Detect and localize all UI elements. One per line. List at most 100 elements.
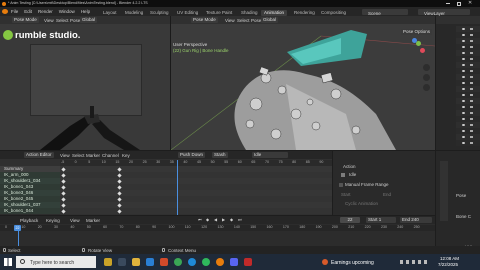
end-frame-field[interactable]: End 240	[400, 217, 432, 223]
outliner-item[interactable]	[456, 80, 480, 86]
visibility-eye-icon[interactable]	[462, 57, 465, 60]
prev-key-icon[interactable]: ◆	[206, 217, 209, 223]
discord-icon[interactable]	[230, 258, 238, 266]
render-camera-icon[interactable]	[470, 123, 473, 126]
gizmo-y-axis-icon[interactable]	[416, 41, 421, 46]
visibility-eye-icon[interactable]	[462, 87, 465, 90]
copilot-icon[interactable]	[104, 258, 112, 266]
spotify-icon[interactable]	[202, 258, 210, 266]
file-explorer-icon[interactable]	[132, 258, 140, 266]
visibility-eye-icon[interactable]	[462, 99, 465, 102]
render-camera-icon[interactable]	[470, 45, 473, 48]
timeline-ruler[interactable]: 0 10 20 30 40 50 60 70 80 90 100 110 120 130 140 150 160…	[0, 225, 435, 231]
transform-orientation[interactable]: Global	[80, 17, 98, 23]
ds-menu-marker[interactable]: Marker	[86, 153, 100, 158]
mail-icon[interactable]	[160, 258, 168, 266]
visibility-eye-icon[interactable]	[462, 117, 465, 120]
tl-menu-keying[interactable]: Keying	[46, 218, 60, 223]
tl-menu-playback[interactable]: Playback	[20, 218, 38, 223]
tl-menu-marker[interactable]: Marker	[86, 218, 100, 223]
clock-time[interactable]: 12:08 AM	[440, 256, 459, 261]
store-icon[interactable]	[146, 258, 154, 266]
visibility-eye-icon[interactable]	[462, 51, 465, 54]
windows-start-icon[interactable]	[4, 258, 12, 266]
menu-render[interactable]: Render	[35, 7, 56, 16]
outliner-item[interactable]	[456, 110, 480, 116]
manual-range-checkbox[interactable]	[339, 183, 343, 187]
app-icon[interactable]	[244, 258, 252, 266]
news-notification[interactable]: Earnings upcoming	[331, 260, 374, 266]
outliner-item[interactable]	[456, 26, 480, 32]
render-camera-icon[interactable]	[470, 111, 473, 114]
render-camera-icon[interactable]	[470, 99, 473, 102]
outliner-item[interactable]	[456, 116, 480, 122]
dopesheet[interactable]: Action Editor View Select Marker Channel…	[0, 151, 332, 215]
render-camera-icon[interactable]	[470, 51, 473, 54]
ds-menu-view[interactable]: View	[60, 153, 70, 158]
outliner-item[interactable]	[456, 38, 480, 44]
menu-edit[interactable]: Edit	[21, 7, 35, 16]
gizmo-z-axis-icon[interactable]	[412, 38, 417, 43]
action-field[interactable]: Idle	[349, 172, 356, 177]
render-camera-icon[interactable]	[470, 39, 473, 42]
render-camera-icon[interactable]	[470, 117, 473, 120]
blender-taskbar-icon[interactable]	[216, 258, 224, 266]
ds-menu-key[interactable]: Key	[122, 153, 130, 158]
task-view-icon[interactable]	[118, 258, 126, 266]
visibility-eye-icon[interactable]	[462, 141, 465, 144]
play-icon[interactable]: ▶	[222, 217, 225, 223]
next-key-icon[interactable]: ◆	[230, 217, 233, 223]
menu-window[interactable]: Window	[56, 7, 78, 16]
tl-menu-view[interactable]: View	[70, 218, 80, 223]
outliner-item[interactable]	[456, 32, 480, 38]
navigation-gizmo[interactable]	[403, 38, 427, 62]
scene-selector[interactable]: Scene	[362, 8, 408, 16]
outliner-item[interactable]	[456, 128, 480, 134]
outliner-item[interactable]	[456, 104, 480, 110]
mode-selector[interactable]: Pose Mode	[12, 17, 39, 23]
pan-icon[interactable]	[423, 74, 430, 81]
minimize-icon[interactable]	[446, 3, 450, 4]
timeline[interactable]: Playback Keying View Marker ⏮ ◆ ◀ ▶ ◆ ⏭ …	[0, 216, 435, 246]
start-frame-field[interactable]: Start 1	[366, 217, 396, 223]
jump-end-icon[interactable]: ⏭	[238, 217, 242, 223]
maximize-icon[interactable]	[457, 1, 461, 6]
main-viewport[interactable]: Pose Mode View Select Pose Global Pose O…	[171, 16, 435, 150]
jump-start-icon[interactable]: ⏮	[198, 217, 202, 223]
render-camera-icon[interactable]	[470, 81, 473, 84]
render-camera-icon[interactable]	[470, 69, 473, 72]
frame-start-field[interactable]: Start	[341, 192, 351, 197]
keyframe-area[interactable]	[60, 166, 332, 215]
outliner-item[interactable]	[456, 62, 480, 68]
visibility-eye-icon[interactable]	[462, 27, 465, 30]
visibility-eye-icon[interactable]	[462, 39, 465, 42]
menu-view[interactable]: View	[44, 18, 54, 23]
menu-help[interactable]: Help	[78, 7, 93, 16]
play-reverse-icon[interactable]: ◀	[214, 217, 217, 223]
ds-menu-select[interactable]: Select	[72, 153, 85, 158]
visibility-eye-icon[interactable]	[462, 81, 465, 84]
outliner-item[interactable]	[456, 56, 480, 62]
render-camera-icon[interactable]	[470, 141, 473, 144]
render-camera-icon[interactable]	[470, 105, 473, 108]
taskbar-search[interactable]: Type here to search	[16, 256, 96, 268]
properties-tab-bone-constraint[interactable]: Bone C	[456, 214, 471, 219]
camera-view-icon[interactable]	[423, 84, 430, 91]
outliner-item[interactable]	[456, 140, 480, 146]
action-name-field[interactable]: Idle	[252, 152, 288, 158]
render-camera-icon[interactable]	[470, 57, 473, 60]
render-camera-icon[interactable]	[470, 87, 473, 90]
outliner-item[interactable]	[456, 74, 480, 80]
clock-date[interactable]: 7/22/2025	[438, 262, 458, 267]
close-icon[interactable]: ✕	[468, 0, 472, 7]
menu-file[interactable]: File	[8, 7, 21, 16]
visibility-eye-icon[interactable]	[462, 63, 465, 66]
visibility-eye-icon[interactable]	[462, 33, 465, 36]
render-camera-icon[interactable]	[470, 135, 473, 138]
push-down-button[interactable]: Push Down	[178, 152, 206, 158]
current-frame-field[interactable]: 22	[340, 217, 360, 223]
outliner-item[interactable]	[456, 98, 480, 104]
visibility-eye-icon[interactable]	[462, 69, 465, 72]
menu-select[interactable]: Select	[56, 18, 69, 23]
frame-end-field[interactable]: End	[383, 192, 391, 197]
